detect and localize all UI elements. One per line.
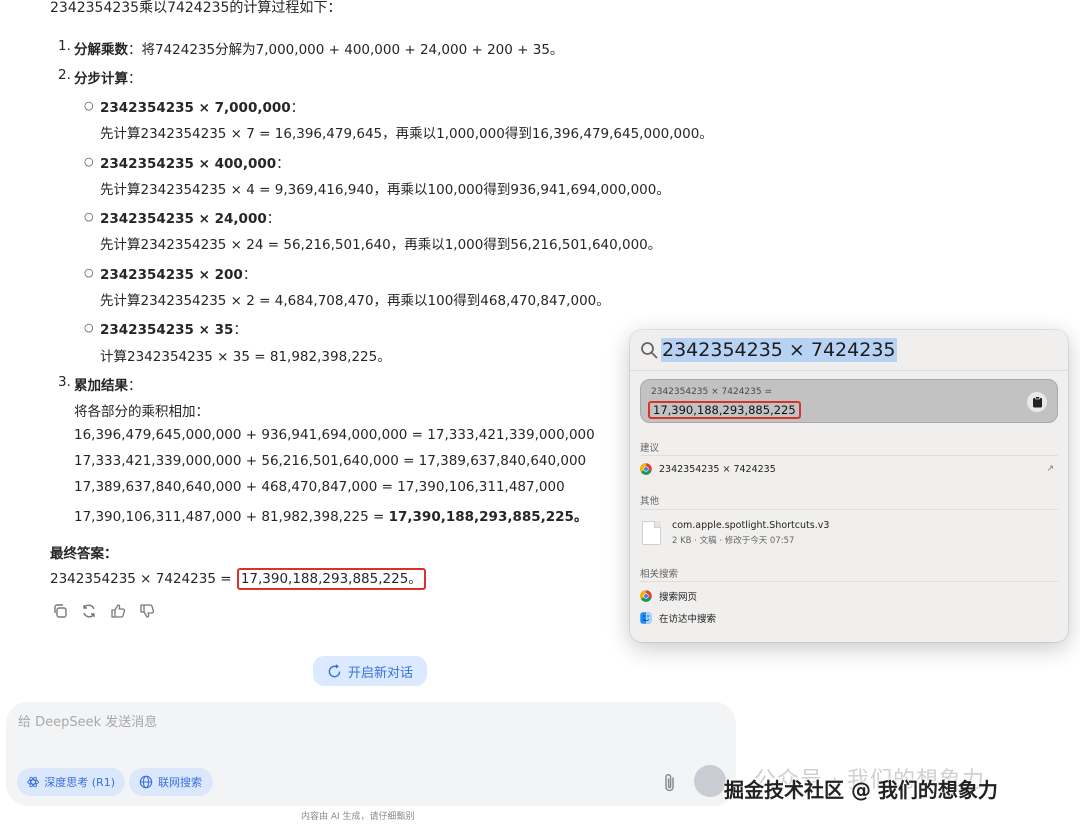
copy-result-button[interactable] [1027, 392, 1047, 412]
section-label-suggestions: 建议 [640, 443, 660, 454]
message-composer: 深度思考 (R1) 联网搜索 [6, 702, 736, 806]
spotlight-query[interactable]: 2342354235 × 7424235 [661, 338, 897, 362]
send-button[interactable] [694, 765, 726, 797]
step-item: 累加结果： [74, 374, 142, 394]
watermark-text: 掘金技术社区 @ 我们的想象力 [724, 778, 998, 802]
divider [630, 370, 1068, 371]
divider [640, 581, 1058, 582]
file-meta: 2 KB · 文稿 · 修改于今天 07:57 [672, 536, 795, 546]
sub-step-title: 2342354235 × 200： [100, 267, 257, 283]
related-search-web[interactable]: 搜索网页 [640, 585, 1058, 607]
bullet-marker: ○ [84, 155, 94, 168]
globe-icon [139, 775, 153, 789]
thumbs-up-icon[interactable] [108, 601, 127, 620]
step-number: 3. [58, 374, 71, 390]
finder-icon [640, 612, 652, 624]
regenerate-icon[interactable] [79, 601, 98, 620]
atom-icon [27, 776, 39, 788]
section-label-related: 相关搜索 [640, 569, 679, 580]
deep-think-label: 深度思考 (R1) [44, 776, 115, 789]
step-desc: ： [128, 71, 142, 87]
suggestion-label: 2342354235 × 7424235 [659, 463, 776, 475]
ai-disclaimer: 内容由 AI 生成，请仔细甄别 [301, 812, 415, 822]
sum-line: 17,333,421,339,000,000 + 56,216,501,640,… [74, 453, 587, 469]
search-icon [641, 342, 658, 359]
bullet-marker: ○ [84, 266, 94, 279]
final-answer-line: 2342354235 × 7424235 = 17,390,188,293,88… [50, 568, 426, 590]
suggestion-item[interactable]: 2342354235 × 7424235 ↗ [640, 458, 1058, 480]
step-desc: ：将7424235分解为7,000,000 + 400,000 + 24,000… [128, 42, 564, 58]
chrome-icon [640, 463, 652, 475]
bullet-marker: ○ [84, 99, 94, 112]
clipboard-icon [1032, 396, 1042, 408]
new-chat-button[interactable]: 开启新对话 [313, 656, 427, 686]
document-icon [642, 521, 661, 545]
step-title: 累加结果 [74, 378, 128, 394]
sum-line: 17,389,637,840,640,000 + 468,470,847,000… [74, 479, 565, 495]
bullet-marker: ○ [84, 321, 94, 334]
sub-step-desc: 先计算2342354235 × 4 = 9,369,416,940，再乘以100… [100, 182, 670, 198]
new-chat-icon [328, 663, 341, 677]
final-answer-expression: 2342354235 × 7424235 = [50, 571, 236, 587]
related-search-label: 在访达中搜索 [659, 614, 717, 625]
sub-step-desc: 先计算2342354235 × 2 = 4,684,708,470，再乘以100… [100, 293, 610, 309]
spotlight-search-bar: 2342354235 × 7424235 [630, 330, 1068, 370]
answer-intro: 2342354235乘以7424235的计算过程如下： [50, 0, 342, 16]
web-search-toggle[interactable]: 联网搜索 [129, 768, 213, 796]
related-search-finder[interactable]: 在访达中搜索 [640, 607, 1058, 629]
step-title: 分步计算 [74, 71, 128, 87]
web-search-label: 联网搜索 [158, 776, 202, 789]
calculator-result: 17,390,188,293,885,225 [648, 401, 801, 419]
section-label-other: 其他 [640, 496, 660, 507]
step-number: 1. [58, 38, 71, 54]
copy-icon[interactable] [50, 601, 69, 620]
divider [640, 455, 1058, 456]
thumbs-down-icon[interactable] [137, 601, 156, 620]
sub-step-title: 2342354235 × 24,000： [100, 211, 281, 227]
spotlight-panel: 2342354235 × 7424235 2342354235 × 742423… [630, 330, 1068, 642]
message-input[interactable] [18, 715, 618, 730]
sum-line: 16,396,479,645,000,000 + 936,941,694,000… [74, 427, 595, 443]
divider [640, 509, 1058, 510]
file-result-item[interactable]: com.apple.spotlight.Shortcuts.v3 2 KB · … [640, 518, 1058, 552]
sub-step-title: 2342354235 × 7,000,000： [100, 100, 305, 116]
chrome-icon [640, 590, 652, 602]
final-answer-highlight: 17,390,188,293,885,225。 [236, 568, 426, 590]
message-actions [50, 601, 156, 620]
open-arrow-icon: ↗ [1046, 464, 1054, 474]
file-name: com.apple.spotlight.Shortcuts.v3 [672, 520, 830, 531]
final-answer-label: 最终答案： [50, 546, 118, 562]
new-chat-label: 开启新对话 [347, 665, 413, 681]
step-item: 分步计算： [74, 67, 142, 87]
step-desc: ： [128, 378, 142, 394]
related-search-label: 搜索网页 [659, 592, 698, 603]
sub-step-desc: 先计算2342354235 × 24 = 56,216,501,640，再乘以1… [100, 237, 662, 253]
sum-intro: 将各部分的乘积相加： [74, 404, 209, 420]
bullet-marker: ○ [84, 210, 94, 223]
step-item: 分解乘数：将7424235分解为7,000,000 + 400,000 + 24… [74, 38, 563, 58]
step-title: 分解乘数 [74, 42, 128, 58]
sub-step-title: 2342354235 × 35： [100, 322, 247, 338]
calculator-result-card[interactable]: 2342354235 × 7424235 = 17,390,188,293,88… [640, 379, 1058, 423]
calculator-expression: 2342354235 × 7424235 = [651, 387, 773, 397]
sub-step-desc: 先计算2342354235 × 7 = 16,396,479,645，再乘以1,… [100, 126, 713, 142]
sub-step-desc: 计算2342354235 × 35 = 81,982,398,225。 [100, 349, 391, 365]
paperclip-icon[interactable] [660, 772, 680, 794]
sum-line-final: 17,390,106,311,487,000 + 81,982,398,225 … [74, 509, 588, 525]
deep-think-toggle[interactable]: 深度思考 (R1) [17, 768, 125, 796]
step-number: 2. [58, 67, 71, 83]
sub-step-title: 2342354235 × 400,000： [100, 156, 290, 172]
